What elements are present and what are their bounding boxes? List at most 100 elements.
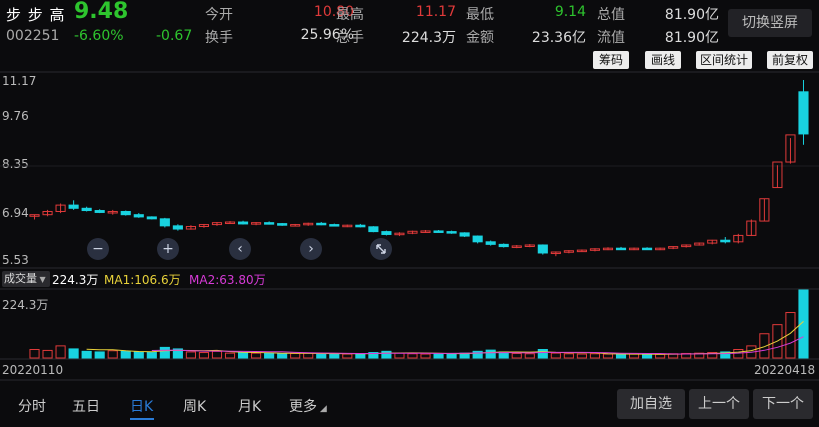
tab-more[interactable]: 更多 ◢	[289, 396, 327, 416]
volume-bar	[211, 350, 223, 359]
candle-body	[277, 223, 288, 226]
tab-active-indicator	[130, 418, 154, 420]
zoom-in-button[interactable]: +	[157, 238, 179, 260]
volume-bar	[42, 349, 53, 359]
candle-body	[329, 224, 340, 227]
volume-axis-label: 224.3万	[2, 298, 49, 312]
next-stock-button[interactable]: 下一个	[753, 389, 813, 419]
tab-intraday[interactable]: 分时	[18, 396, 46, 416]
zoom-out-button[interactable]: −	[87, 238, 109, 260]
candle-body	[498, 243, 509, 248]
candle-body	[446, 231, 457, 234]
candle-body	[316, 222, 327, 226]
volume-bar	[642, 353, 653, 359]
volume-bar	[615, 353, 627, 359]
volume-bar	[290, 352, 301, 359]
volume-bar	[433, 353, 444, 359]
candle-body	[264, 222, 275, 225]
candle-body	[146, 216, 157, 220]
volume-bar	[550, 352, 561, 359]
candle-body	[368, 226, 379, 233]
candle-body	[172, 225, 183, 230]
volume-bar	[563, 353, 574, 359]
candle-body	[381, 231, 392, 235]
volume-bar	[537, 349, 548, 359]
previous-stock-button[interactable]: 上一个	[689, 389, 749, 419]
tab-weekly-k[interactable]: 周K	[183, 396, 206, 416]
candle-body	[720, 239, 731, 243]
volume-bar	[237, 352, 249, 359]
candle-body	[355, 224, 366, 228]
volume-bar	[251, 352, 262, 359]
volume-bar	[198, 352, 210, 359]
volume-bar	[68, 348, 79, 359]
indicator-label: 成交量	[4, 272, 37, 285]
candle-body	[120, 210, 131, 216]
volume-bar	[55, 345, 66, 359]
kline-chart[interactable]	[0, 0, 819, 427]
ma1-line	[86, 321, 804, 355]
candle-body	[615, 247, 627, 251]
volume-bar	[602, 353, 614, 359]
candle-body	[537, 244, 548, 254]
candle-body	[485, 241, 496, 245]
volume-bar	[472, 350, 483, 359]
candle-body	[81, 207, 92, 212]
add-watchlist-button[interactable]: 加自选	[617, 389, 685, 419]
volume-bar	[407, 353, 418, 359]
volume-value: 224.3万	[52, 273, 99, 287]
volume-bar	[733, 349, 744, 359]
volume-bar	[342, 353, 353, 359]
tab-five-day[interactable]: 五日	[72, 396, 100, 416]
volume-bar	[524, 353, 535, 359]
candle-body	[642, 247, 653, 251]
candle-body	[159, 218, 170, 227]
volume-bar	[107, 350, 118, 359]
ma2-value: MA2:63.80万	[189, 273, 266, 287]
volume-bar	[329, 353, 340, 359]
volume-bar	[381, 350, 392, 359]
volume-bar	[511, 352, 522, 359]
scroll-left-button[interactable]: ‹	[229, 238, 251, 260]
candle-body	[68, 204, 79, 209]
volume-bar	[185, 351, 196, 359]
start-date: 20220110	[2, 363, 64, 377]
volume-bar	[120, 350, 131, 359]
candle-body	[133, 214, 144, 218]
volume-bar	[277, 353, 288, 359]
dropdown-icon: ▼	[37, 275, 46, 284]
tab-monthly-k[interactable]: 月K	[238, 396, 261, 416]
candle-body	[472, 235, 483, 243]
volume-bar	[316, 353, 327, 359]
tab-daily-k[interactable]: 日K	[130, 396, 153, 416]
candle-body	[237, 221, 249, 225]
volume-bar	[29, 349, 40, 359]
volume-bar	[159, 346, 170, 359]
volume-bar	[133, 351, 144, 359]
indicator-selector[interactable]: 成交量 ▼	[2, 271, 50, 287]
scroll-right-button[interactable]: ›	[300, 238, 322, 260]
volume-bar	[446, 352, 457, 359]
candle-body	[798, 91, 809, 135]
candle-body	[94, 210, 105, 213]
volume-bar	[589, 353, 601, 359]
volume-bar	[224, 352, 236, 359]
candle-body	[459, 232, 470, 237]
volume-bar	[94, 351, 105, 359]
volume-bar	[655, 353, 666, 359]
volume-bar	[146, 352, 157, 359]
more-arrow-icon: ◢	[317, 404, 327, 414]
candle-body	[433, 230, 444, 233]
volume-bar	[81, 350, 92, 359]
ma1-value: MA1:106.6万	[104, 273, 181, 287]
volume-bar	[420, 353, 431, 359]
volume-bar	[628, 353, 640, 359]
volume-bar	[394, 352, 405, 359]
volume-bar	[264, 352, 275, 359]
reset-view-icon[interactable]	[370, 238, 392, 260]
volume-bar	[355, 353, 366, 359]
volume-bar	[485, 349, 496, 359]
volume-bar	[576, 353, 587, 359]
tab-more-label: 更多	[289, 399, 317, 415]
end-date: 20220418	[754, 363, 816, 377]
